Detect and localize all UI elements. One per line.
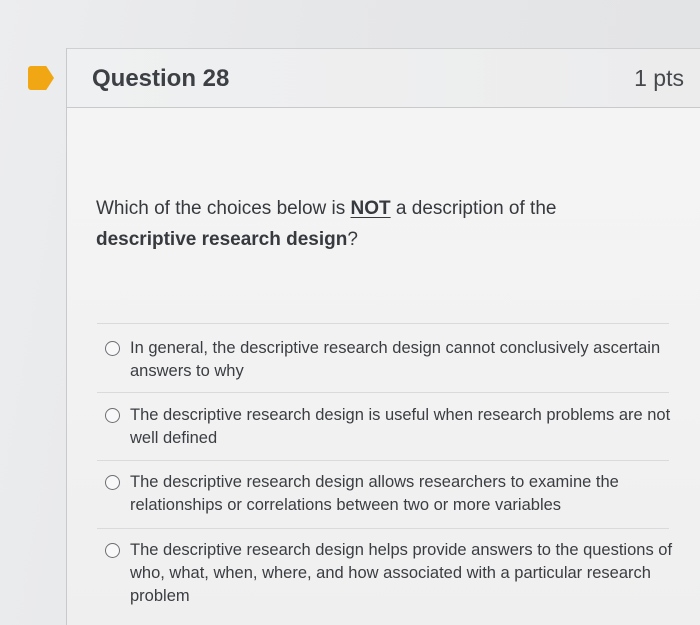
radio-button[interactable] [105,543,120,558]
prompt-text-start: Which of the choices below is [96,198,351,219]
prompt-bold-phrase: descriptive research design [96,229,348,250]
answer-option-1[interactable]: In general, the descriptive research des… [105,337,675,383]
question-points: 1 pts [634,65,684,91]
radio-button[interactable] [105,475,120,490]
question-card: Question 28 1 pts Which of the choices b… [66,48,700,625]
answer-option-4[interactable]: The descriptive research design helps pr… [105,539,675,608]
current-question-flag-icon [28,66,54,90]
answer-divider [97,528,669,529]
answer-divider [97,460,669,461]
prompt-emphasis: NOT [350,198,391,219]
answer-divider [97,323,669,324]
answer-label: The descriptive research design is usefu… [130,406,671,447]
question-title: Question 28 [92,65,230,92]
answer-option-3[interactable]: The descriptive research design allows r… [105,471,675,517]
prompt-text-end: ? [347,229,358,250]
answer-label: In general, the descriptive research des… [130,339,661,380]
question-prompt: Which of the choices below is NOT a desc… [96,193,566,255]
question-header: Question 28 1 pts [67,48,700,108]
answer-label: The descriptive research design allows r… [130,473,619,514]
radio-button[interactable] [105,341,120,356]
answer-divider [97,392,669,393]
prompt-text-middle: a description of the [390,198,557,219]
answer-option-2[interactable]: The descriptive research design is usefu… [105,404,675,450]
answer-label: The descriptive research design helps pr… [130,541,673,605]
radio-button[interactable] [105,408,120,423]
